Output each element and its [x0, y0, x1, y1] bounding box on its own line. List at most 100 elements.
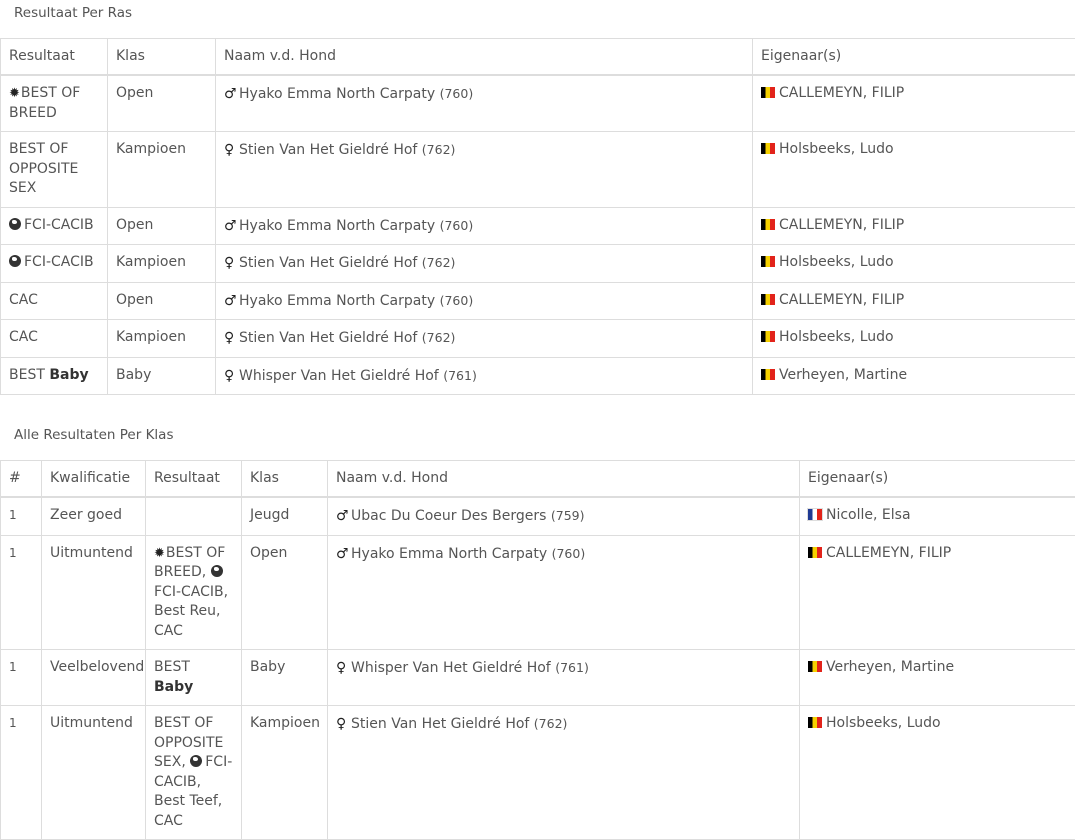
dog-name[interactable]: Whisper Van Het Gieldré Hof: [351, 660, 551, 676]
belgium-flag-icon: [808, 661, 822, 672]
result-cell: BEST Baby: [146, 650, 242, 706]
column-header-naam: Naam v.d. Hond: [216, 39, 753, 76]
owner-cell: Verheyen, Martine: [800, 650, 1075, 706]
table-row: CAC Kampioen♀Stien Van Het Gieldré Hof (7…: [1, 320, 1075, 358]
column-header-eigenaar: Eigenaar(s): [800, 461, 1075, 498]
catalog-number: (760): [552, 546, 586, 561]
rank-cell: 1: [1, 535, 42, 650]
owner-name: Holsbeeks, Ludo: [779, 254, 894, 270]
belgium-flag-icon: [761, 87, 775, 98]
table-row: CACOpen♂Hyako Emma North Carpaty (760)CA…: [1, 282, 1075, 320]
dog-name-cell: ♂Hyako Emma North Carpaty (760): [216, 282, 753, 320]
class-cell: Open: [108, 75, 216, 132]
dog-name[interactable]: Stien Van Het Gieldré Hof: [239, 255, 417, 271]
globe-icon: [211, 565, 223, 577]
result-cell: BEST Baby: [1, 357, 108, 395]
dog-name-cell: ♀Stien Van Het Gieldré Hof (762): [216, 245, 753, 283]
qualification-cell: Uitmuntend: [42, 535, 146, 650]
male-symbol-icon: ♂: [224, 292, 236, 312]
class-cell: Kampioen: [108, 320, 216, 358]
dog-name[interactable]: Hyako Emma North Carpaty: [351, 546, 547, 562]
table-header-row: # Kwalificatie Resultaat Klas Naam v.d. …: [1, 461, 1075, 498]
belgium-flag-icon: [808, 717, 822, 728]
dog-name-cell: ♀Stien Van Het Gieldré Hof (762): [328, 706, 800, 840]
table-row: 1Uitmuntend✹BEST OF BREED, FCI-CACIB, Be…: [1, 535, 1075, 650]
belgium-flag-icon: [761, 331, 775, 342]
dog-name[interactable]: Hyako Emma North Carpaty: [239, 218, 435, 234]
section-title-per-klas: Alle Resultaten Per Klas: [14, 427, 173, 443]
class-cell: Kampioen: [108, 132, 216, 208]
rank-cell: 1: [1, 650, 42, 706]
dog-name[interactable]: Hyako Emma North Carpaty: [239, 293, 435, 309]
dog-name[interactable]: Hyako Emma North Carpaty: [239, 86, 435, 102]
dog-name[interactable]: Stien Van Het Gieldré Hof: [351, 716, 529, 732]
result-text: BEST: [9, 367, 45, 383]
dog-name[interactable]: Stien Van Het Gieldré Hof: [239, 142, 417, 158]
table-header-row: Resultaat Klas Naam v.d. Hond Eigenaar(s…: [1, 39, 1075, 76]
belgium-flag-icon: [761, 294, 775, 305]
female-symbol-icon: ♀: [224, 254, 236, 274]
globe-icon: [9, 218, 21, 230]
qualification-cell: Veelbelovend: [42, 650, 146, 706]
table-row: BEST OF OPPOSITE SEXKampioen♀Stien Van H…: [1, 132, 1075, 208]
owner-name: CALLEMEYN, FILIP: [779, 292, 904, 308]
result-text: FCI-CACIB, Best Reu, CAC: [154, 584, 228, 639]
result-cell: ✹BEST OF BREED, FCI-CACIB, Best Reu, CAC: [146, 535, 242, 650]
award-star-icon: ✹: [154, 546, 165, 561]
owner-cell: CALLEMEYN, FILIP: [753, 207, 1075, 245]
column-header-resultaat: Resultaat: [146, 461, 242, 498]
rank-cell: 1: [1, 497, 42, 535]
dog-name-cell: ♀Whisper Van Het Gieldré Hof (761): [216, 357, 753, 395]
catalog-number: (760): [440, 293, 474, 308]
result-cell: ✹BEST OF BREED: [1, 75, 108, 132]
dog-name[interactable]: Stien Van Het Gieldré Hof: [239, 330, 417, 346]
globe-icon: [190, 755, 202, 767]
dog-name[interactable]: Ubac Du Coeur Des Bergers: [351, 508, 546, 524]
dog-name[interactable]: Whisper Van Het Gieldré Hof: [239, 368, 439, 384]
catalog-number: (760): [440, 86, 474, 101]
result-bold-text: Baby: [154, 679, 193, 695]
owner-cell: CALLEMEYN, FILIP: [753, 282, 1075, 320]
belgium-flag-icon: [761, 143, 775, 154]
qualification-cell: Zeer goed: [42, 497, 146, 535]
male-symbol-icon: ♂: [224, 85, 236, 105]
table-row: BEST BabyBaby ♀Whisper Van Het Gieldré Ho…: [1, 357, 1075, 395]
result-cell: FCI-CACIB: [1, 207, 108, 245]
column-header-resultaat: Resultaat: [1, 39, 108, 76]
male-symbol-icon: ♂: [336, 545, 348, 565]
globe-icon: [9, 255, 21, 267]
result-cell: BEST OF OPPOSITE SEX, FCI-CACIB, Best Te…: [146, 706, 242, 840]
male-symbol-icon: ♂: [224, 217, 236, 237]
dog-name-cell: ♀Stien Van Het Gieldré Hof (762): [216, 320, 753, 358]
results-per-breed-table: Resultaat Klas Naam v.d. Hond Eigenaar(s…: [0, 38, 1075, 395]
column-header-klas: Klas: [242, 461, 328, 498]
class-cell: Open: [242, 535, 328, 650]
owner-cell: Holsbeeks, Ludo: [753, 245, 1075, 283]
owner-cell: CALLEMEYN, FILIP: [753, 75, 1075, 132]
class-cell: Jeugd: [242, 497, 328, 535]
table-row: 1Zeer goed Jeugd ♂Ubac Du Coeur Des Berger…: [1, 497, 1075, 535]
result-text: FCI-CACIB: [24, 254, 94, 270]
column-header-rank: #: [1, 461, 42, 498]
result-text: CAC: [9, 329, 38, 345]
belgium-flag-icon: [761, 219, 775, 230]
catalog-number: (762): [422, 142, 456, 157]
result-cell: CAC: [1, 282, 108, 320]
table-row: FCI-CACIBKampioen♀Stien Van Het Gieldré …: [1, 245, 1075, 283]
column-header-eigenaar: Eigenaar(s): [753, 39, 1075, 76]
owner-name: Holsbeeks, Ludo: [779, 141, 894, 157]
result-cell: FCI-CACIB: [1, 245, 108, 283]
owner-name: Nicolle, Elsa: [826, 507, 911, 523]
female-symbol-icon: ♀: [336, 715, 348, 735]
catalog-number: (762): [534, 716, 568, 731]
owner-name: Verheyen, Martine: [779, 367, 907, 383]
female-symbol-icon: ♀: [224, 329, 236, 349]
dog-name-cell: ♀Whisper Van Het Gieldré Hof (761): [328, 650, 800, 706]
catalog-number: (759): [551, 508, 585, 523]
column-header-klas: Klas: [108, 39, 216, 76]
column-header-naam: Naam v.d. Hond: [328, 461, 800, 498]
male-symbol-icon: ♂: [336, 507, 348, 527]
owner-name: CALLEMEYN, FILIP: [779, 85, 904, 101]
owner-cell: Holsbeeks, Ludo: [753, 320, 1075, 358]
result-bold-text: Baby: [49, 367, 88, 383]
